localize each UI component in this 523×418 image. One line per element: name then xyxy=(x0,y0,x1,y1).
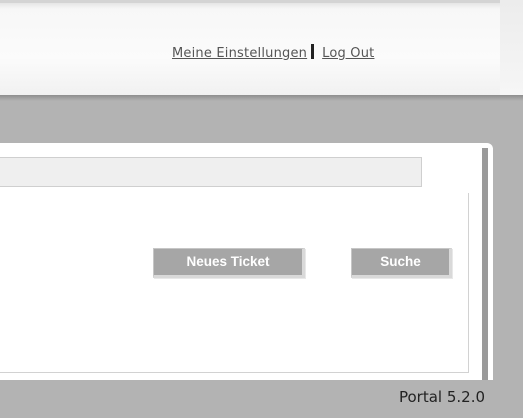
new-ticket-button[interactable]: Neues Ticket xyxy=(153,248,305,278)
search-button[interactable]: Suche xyxy=(351,248,452,278)
search-input[interactable] xyxy=(0,157,422,187)
content-frame xyxy=(0,193,469,373)
card-shadow xyxy=(482,148,488,380)
header-edge xyxy=(500,0,523,95)
logout-link[interactable]: Log Out xyxy=(322,46,374,61)
settings-link[interactable]: Meine Einstellungen xyxy=(172,46,307,61)
user-links: Meine Einstellungen Log Out xyxy=(172,44,374,61)
header-shadow xyxy=(0,95,523,101)
version-label: Portal 5.2.0 xyxy=(398,388,485,406)
link-separator xyxy=(311,44,315,59)
